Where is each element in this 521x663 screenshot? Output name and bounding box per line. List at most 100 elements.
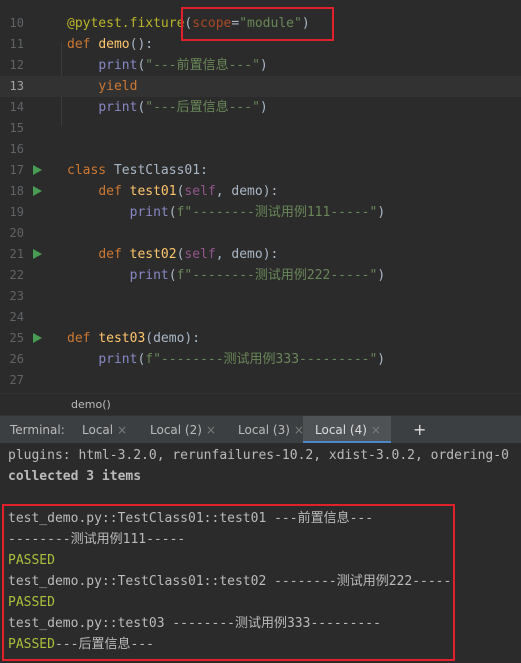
code-line[interactable]: 22 print(f"--------测试用例222-----") <box>0 265 521 286</box>
code-text: def test02(self, demo): <box>67 244 278 265</box>
run-test-icon[interactable] <box>33 165 42 175</box>
code-token: (demo): <box>145 331 201 346</box>
code-line[interactable]: 20 <box>0 223 521 244</box>
terminal-tab-label: Local <box>82 423 114 437</box>
terminal-tab-2[interactable]: Local (2) × <box>150 416 216 444</box>
code-token: "---后置信息---" <box>145 100 260 115</box>
run-test-icon[interactable] <box>33 249 42 259</box>
breadcrumb[interactable]: demo() <box>0 393 521 416</box>
line-number: 27 <box>9 373 24 387</box>
code-token: def <box>67 331 99 346</box>
code-line[interactable]: 19 print(f"--------测试用例111-----") <box>0 202 521 223</box>
line-number: 18 <box>9 184 24 198</box>
line-number: 16 <box>9 142 24 156</box>
code-token: ( <box>168 268 177 283</box>
code-token: print <box>129 268 169 283</box>
code-line[interactable]: 23 <box>0 286 521 307</box>
code-token: , demo): <box>215 184 279 199</box>
code-token: self <box>184 247 216 262</box>
code-token: print <box>98 352 138 367</box>
line-number: 14 <box>9 100 24 114</box>
close-icon[interactable]: × <box>117 423 127 437</box>
code-line[interactable]: 24 <box>0 307 521 328</box>
code-text: yield <box>67 76 137 97</box>
close-icon[interactable]: × <box>206 423 216 437</box>
code-line[interactable]: 15 <box>0 118 521 139</box>
code-token: ) <box>377 205 386 220</box>
line-number: 24 <box>9 310 24 324</box>
code-text: print(f"--------测试用例222-----") <box>67 265 386 286</box>
code-text: print(f"--------测试用例333---------") <box>67 349 385 370</box>
code-token: test01 <box>129 184 177 199</box>
terminal-label: Terminal: <box>10 423 65 437</box>
line-number: 21 <box>9 247 24 261</box>
terminal-tab-label: Local (4) <box>315 423 367 437</box>
run-test-icon[interactable] <box>33 186 42 196</box>
terminal-text: collected 3 items <box>8 469 142 484</box>
terminal-line: plugins: html-3.2.0, rerunfailures-10.2,… <box>8 445 509 466</box>
code-line[interactable]: 13 yield <box>0 76 521 97</box>
line-number: 20 <box>9 226 24 240</box>
breadcrumb-label: demo() <box>71 398 111 411</box>
code-token: f"--------测试用例333---------" <box>145 352 378 367</box>
code-line[interactable]: 17 class TestClass01: <box>0 160 521 181</box>
code-token: demo <box>98 37 130 52</box>
terminal-tab-3[interactable]: Local (3) × <box>238 416 304 444</box>
terminal-tab-4[interactable]: Local (4) × <box>303 416 391 444</box>
code-token: TestClass01 <box>113 163 201 178</box>
code-token: ) <box>377 352 386 367</box>
code-token: , demo): <box>215 247 279 262</box>
code-text: class TestClass01: <box>67 160 208 181</box>
code-token: def <box>67 37 99 52</box>
code-token: yield <box>98 79 138 94</box>
code-token: print <box>98 100 138 115</box>
code-line[interactable]: 12 print("---前置信息---") <box>0 55 521 76</box>
code-token: @pytest.fixture <box>67 16 185 31</box>
code-text: def test01(self, demo): <box>67 181 278 202</box>
run-test-icon[interactable] <box>33 333 42 343</box>
code-line[interactable]: 21 def test02(self, demo): <box>0 244 521 265</box>
code-line[interactable]: 14 print("---后置信息---") <box>0 97 521 118</box>
code-token: ( <box>168 205 177 220</box>
line-number: 11 <box>9 37 24 51</box>
line-number: 23 <box>9 289 24 303</box>
code-line[interactable]: 26 print(f"--------测试用例333---------") <box>0 349 521 370</box>
code-text: print(f"--------测试用例111-----") <box>67 202 386 223</box>
code-token: self <box>184 184 216 199</box>
scope-highlight-box <box>181 7 334 41</box>
code-token: def <box>98 184 130 199</box>
close-icon[interactable]: × <box>371 423 381 437</box>
code-token: ) <box>259 58 268 73</box>
line-number: 15 <box>9 121 24 135</box>
line-number: 25 <box>9 331 24 345</box>
code-token: test02 <box>129 247 177 262</box>
terminal-line: collected 3 items <box>8 466 141 487</box>
code-line[interactable]: 16 <box>0 139 521 160</box>
terminal-tab-label: Local (3) <box>238 423 290 437</box>
code-line[interactable]: 18 def test01(self, demo): <box>0 181 521 202</box>
line-number: 12 <box>9 58 24 72</box>
code-token: ) <box>259 100 268 115</box>
code-line[interactable]: 25 def test03(demo): <box>0 328 521 349</box>
terminal-tab-bar: Terminal: + Local × Local (2) × Local (3) × Lo… <box>0 415 521 445</box>
code-text: print("---后置信息---") <box>67 97 268 118</box>
code-editor[interactable]: 10 @pytest.fixture(scope="module") 11 def d… <box>0 0 521 393</box>
code-token: f"--------测试用例222-----" <box>176 268 378 283</box>
code-token: "---前置信息---" <box>145 58 260 73</box>
code-line[interactable]: 27 <box>0 370 521 391</box>
line-number: 10 <box>9 16 24 30</box>
code-text: print("---前置信息---") <box>67 55 268 76</box>
code-token: def <box>98 247 130 262</box>
line-number: 26 <box>9 352 24 366</box>
terminal-tab-1[interactable]: Local × <box>82 416 127 444</box>
add-terminal-icon[interactable]: + <box>413 416 426 444</box>
code-text: def demo(): <box>67 34 153 55</box>
output-highlight-box <box>2 504 455 661</box>
